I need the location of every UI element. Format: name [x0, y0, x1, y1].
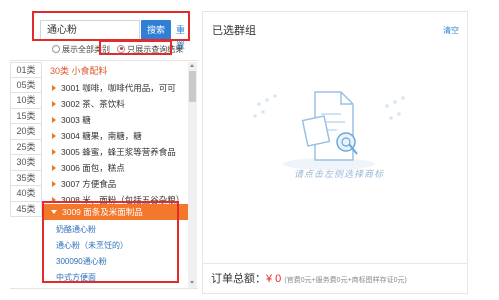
- annotation-box-tree: [42, 201, 179, 283]
- order-total-label: 订单总额：: [211, 273, 266, 285]
- panel-title: 已选群组: [212, 25, 256, 37]
- class-item[interactable]: 45类: [10, 201, 42, 217]
- tree-item-label: 3006 面包，糕点: [61, 163, 125, 173]
- class-item[interactable]: 01类: [10, 62, 42, 78]
- caret-right-icon: [52, 116, 56, 123]
- scrollbar-thumb[interactable]: [189, 71, 196, 102]
- tree-item-label: 3004 糖果，南糖，糖: [61, 131, 142, 141]
- tree-item-label: 3007 方便食品: [61, 179, 117, 189]
- class-item[interactable]: 30类: [10, 155, 42, 171]
- caret-right-icon: [52, 180, 56, 187]
- tree-item[interactable]: 3004 糖果，南糖，糖: [44, 128, 188, 144]
- tree-title: 30类 小食配料: [50, 66, 108, 76]
- tree-item-label: 3005 蜂蜜，蜂王浆等营养食品: [61, 147, 176, 157]
- order-total: 订单总额：¥ 0 (官费0元+服务费0元+商标图样存证0元): [211, 272, 407, 288]
- caret-right-icon: [52, 84, 56, 91]
- category-panel: 通心粉 搜索 重置 展示全部类别 只展示查询结果 01类 05类 10类 15类…: [0, 0, 201, 300]
- class-item[interactable]: 05类: [10, 77, 42, 93]
- divider: [203, 263, 467, 264]
- radio-icon: [52, 44, 60, 53]
- order-total-value: ¥ 0: [266, 273, 282, 285]
- scroll-up-icon[interactable]: [189, 63, 196, 69]
- order-total-detail: (官费0元+服务费0元+商标图样存证0元): [284, 277, 407, 284]
- tree-item[interactable]: 3003 糖: [44, 112, 188, 128]
- class-item[interactable]: 15类: [10, 108, 42, 124]
- selected-groups-panel: 已选群组 清空 请点击左侧选择商标 订单总额：¥ 0 (官费0元+服务费0元+商…: [202, 11, 468, 294]
- tree-item[interactable]: 3005 蜂蜜，蜂王浆等营养食品: [44, 144, 188, 160]
- class-list: 01类 05类 10类 15类 20类 25类 30类 35类 40类 45类: [10, 62, 42, 217]
- class-item[interactable]: 10类: [10, 93, 42, 109]
- caret-right-icon: [52, 164, 56, 171]
- tree-item-label: 3001 咖啡，咖啡代用品，可可: [61, 83, 176, 93]
- tree-item[interactable]: 3001 咖啡，咖啡代用品，可可: [44, 80, 188, 96]
- scroll-down-icon[interactable]: [189, 280, 196, 286]
- tree-item-label: 3003 糖: [61, 115, 91, 125]
- annotation-box-radio: [99, 40, 172, 55]
- annotation-box-search: [32, 11, 190, 41]
- class-item[interactable]: 25类: [10, 139, 42, 155]
- divider: [10, 60, 198, 61]
- clear-link[interactable]: 清空: [443, 25, 459, 37]
- class-item[interactable]: 40类: [10, 186, 42, 202]
- caret-right-icon: [52, 132, 56, 139]
- tree-item-label: 3002 茶、茶饮料: [61, 99, 125, 109]
- divider: [10, 288, 198, 289]
- empty-hint: 请点击左侧选择商标: [294, 170, 385, 180]
- empty-document-icon: [253, 91, 405, 170]
- caret-right-icon: [52, 148, 56, 155]
- caret-right-icon: [52, 100, 56, 107]
- class-item[interactable]: 35类: [10, 170, 42, 186]
- tree-item[interactable]: 3007 方便食品: [44, 176, 188, 192]
- tree-item[interactable]: 3002 茶、茶饮料: [44, 96, 188, 112]
- class-item[interactable]: 20类: [10, 124, 42, 140]
- tree-item[interactable]: 3006 面包，糕点: [44, 160, 188, 176]
